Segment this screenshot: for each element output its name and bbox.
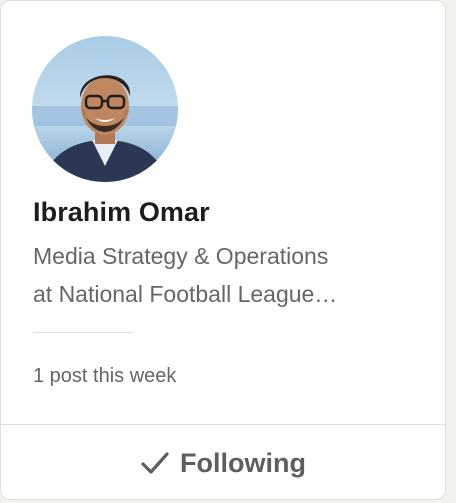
avatar-photo-icon [32,36,178,182]
activity-text: 1 post this week [33,365,177,387]
profile-name[interactable]: Ibrahim Omar [33,197,210,228]
following-label: Following [180,447,306,478]
avatar[interactable] [32,36,178,182]
checkmark-icon [140,450,170,476]
profile-headline: Media Strategy & Operations at National … [33,237,418,313]
headline-line-2: at National Football League… [33,281,338,307]
following-button[interactable]: Following [1,425,445,499]
profile-card: Ibrahim Omar Media Strategy & Operations… [0,0,446,500]
headline-line-1: Media Strategy & Operations [33,243,329,269]
divider [33,332,133,333]
